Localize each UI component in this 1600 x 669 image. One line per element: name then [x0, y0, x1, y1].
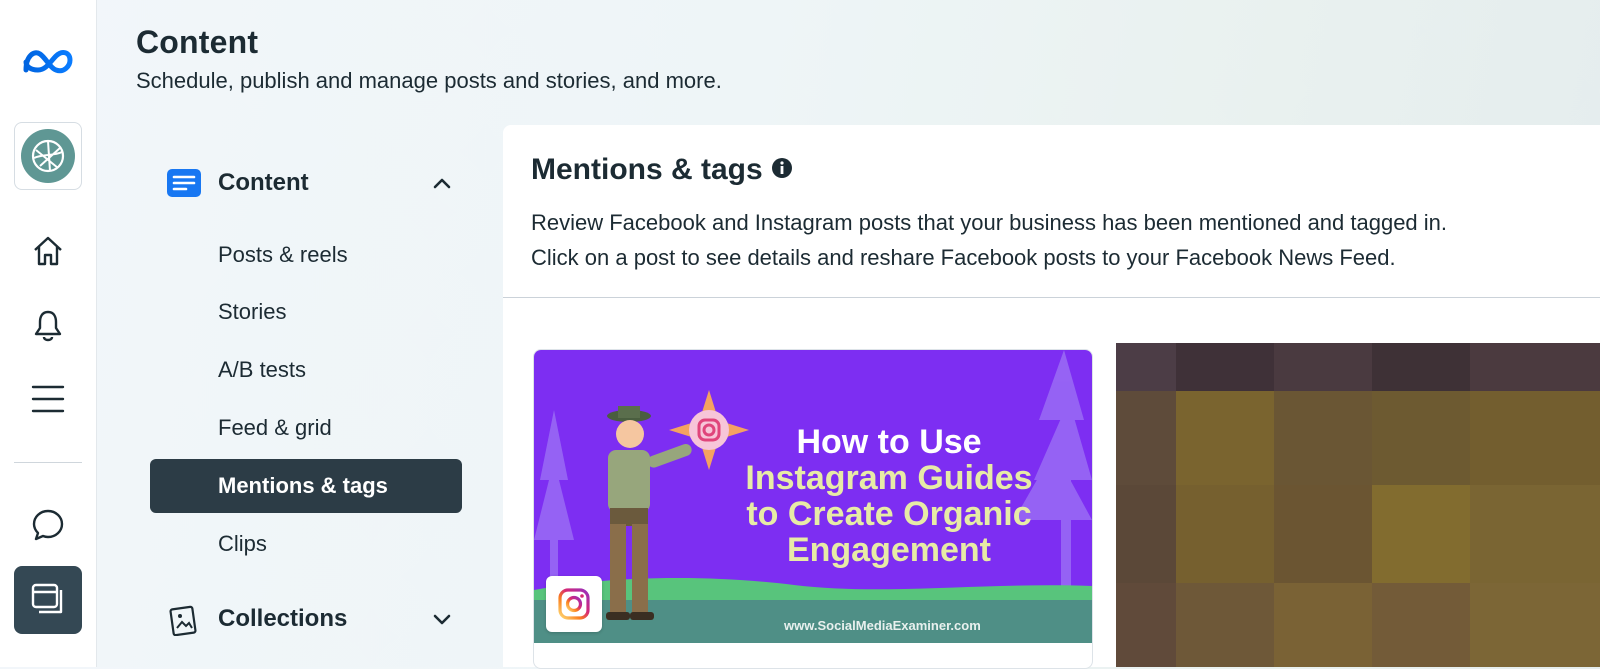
- nav-item-mentions-tags[interactable]: Mentions & tags: [150, 459, 462, 513]
- post-headline-line: How to Use: [796, 423, 982, 461]
- panel-title: Mentions & tags: [531, 153, 793, 187]
- post-headline-line: Engagement: [786, 531, 992, 569]
- nav-item-posts-reels[interactable]: Posts & reels: [150, 228, 462, 282]
- content-icon[interactable]: [14, 566, 82, 634]
- left-rail: [0, 0, 97, 667]
- page-subtitle: Schedule, publish and manage posts and s…: [136, 68, 722, 93]
- nav-item-stories[interactable]: Stories: [150, 285, 462, 339]
- nav-section-label: Collections: [218, 605, 348, 632]
- nav-section-label: Content: [218, 169, 309, 196]
- instagram-icon: [546, 576, 602, 632]
- nav-item-clips[interactable]: Clips: [150, 517, 462, 571]
- mentions-tags-panel: Mentions & tags Review Facebook and Inst…: [503, 125, 1600, 669]
- post-tile[interactable]: How to Use Instagram Guides to Create Or…: [533, 349, 1093, 669]
- panel-divider: [503, 297, 1600, 298]
- home-icon[interactable]: [0, 228, 96, 274]
- chevron-down-icon[interactable]: [422, 612, 462, 626]
- bell-icon[interactable]: [0, 303, 96, 349]
- description-line: Review Facebook and Instagram posts that…: [531, 210, 1448, 235]
- panel-description: Review Facebook and Instagram posts that…: [531, 205, 1591, 275]
- content-list-icon: [150, 168, 218, 198]
- post-headline-line: to Create Organic: [746, 495, 1032, 533]
- description-line: Click on a post to see details and resha…: [531, 245, 1396, 270]
- post-tile-pixelated[interactable]: [1116, 343, 1600, 667]
- post-headline: How to Use Instagram Guides to Create Or…: [704, 424, 1074, 568]
- menu-icon[interactable]: [0, 376, 96, 422]
- page-avatar[interactable]: [14, 122, 82, 190]
- post-headline-line: Instagram Guides: [745, 459, 1033, 497]
- rail-divider: [14, 462, 82, 463]
- nav-item-feed-grid[interactable]: Feed & grid: [150, 401, 462, 455]
- collections-icon: [150, 602, 218, 636]
- meta-logo-icon[interactable]: [0, 36, 96, 86]
- chat-icon[interactable]: [0, 502, 96, 548]
- chevron-up-icon[interactable]: [422, 176, 462, 190]
- nav-section-content[interactable]: Content: [150, 156, 462, 210]
- nav-section-collections[interactable]: Collections: [150, 592, 462, 646]
- nav-item-ab-tests[interactable]: A/B tests: [150, 343, 462, 397]
- page-title: Content: [136, 24, 259, 60]
- post-url: www.SocialMediaExaminer.com: [784, 618, 981, 633]
- info-icon[interactable]: [771, 153, 793, 187]
- page-avatar-image: [21, 129, 75, 183]
- panel-title-text: Mentions & tags: [531, 153, 763, 186]
